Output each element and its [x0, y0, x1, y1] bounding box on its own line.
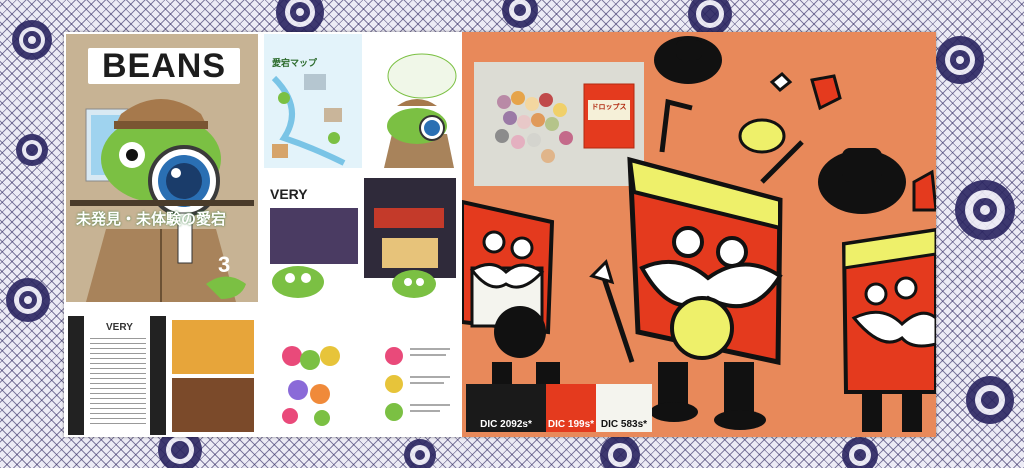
magazine-masthead: BEANS — [88, 48, 240, 84]
cover-banner — [70, 200, 254, 206]
mascot-illustration — [272, 266, 324, 298]
map-spread: 愛宕マップ — [264, 34, 460, 168]
detective-character-small-illustration — [384, 53, 457, 168]
tin-character-right — [841, 227, 936, 432]
film-strip-left — [68, 316, 84, 435]
food-photo-plate — [172, 378, 254, 432]
tin-character-left — [462, 199, 635, 402]
character-design-sheet: ドロップス DIC 2092s* DIC 199s* DIC 583s* — [462, 32, 936, 437]
color-swatch-dic-2092: DIC 2092s* — [466, 384, 546, 432]
character-cast-illustration — [282, 346, 450, 426]
character-spread — [264, 316, 460, 435]
food-photo-omelette — [172, 320, 254, 374]
very-list-title: VERY — [106, 322, 133, 333]
very-photo-collage — [270, 208, 358, 264]
collage-board: BEANS 未発見・未体験の愛宕 3 愛宕マップ VERY VERY ドロップス… — [64, 32, 936, 437]
very-photo-street — [364, 178, 456, 278]
cover-headline: 未発見・未体験の愛宕 — [76, 210, 227, 228]
swatch-label: DIC 583s* — [600, 419, 648, 430]
list-text-block — [90, 338, 146, 428]
mascot-peace-illustration — [392, 270, 436, 298]
color-swatch-dic-199: DIC 199s* — [546, 384, 596, 432]
issue-number-badge: 3 — [218, 252, 231, 277]
magazine-cover: BEANS 未発見・未体験の愛宕 3 — [66, 34, 258, 302]
restaurant-list-spread: VERY — [66, 316, 258, 435]
film-strip-middle — [150, 316, 166, 435]
swatch-label: DIC 2092s* — [480, 419, 532, 430]
tin-character-center — [627, 98, 804, 430]
map-illustration — [271, 74, 346, 166]
swatch-label: DIC 199s* — [547, 419, 595, 430]
drops-tin-characters-illustration — [462, 36, 936, 432]
color-swatch-dic-583: DIC 583s* — [596, 384, 652, 432]
very-spread-title: VERY — [270, 186, 308, 202]
magazine-spreads: BEANS 未発見・未体験の愛宕 3 愛宕マップ VERY VERY — [64, 32, 462, 437]
very-spread: VERY — [264, 172, 460, 302]
